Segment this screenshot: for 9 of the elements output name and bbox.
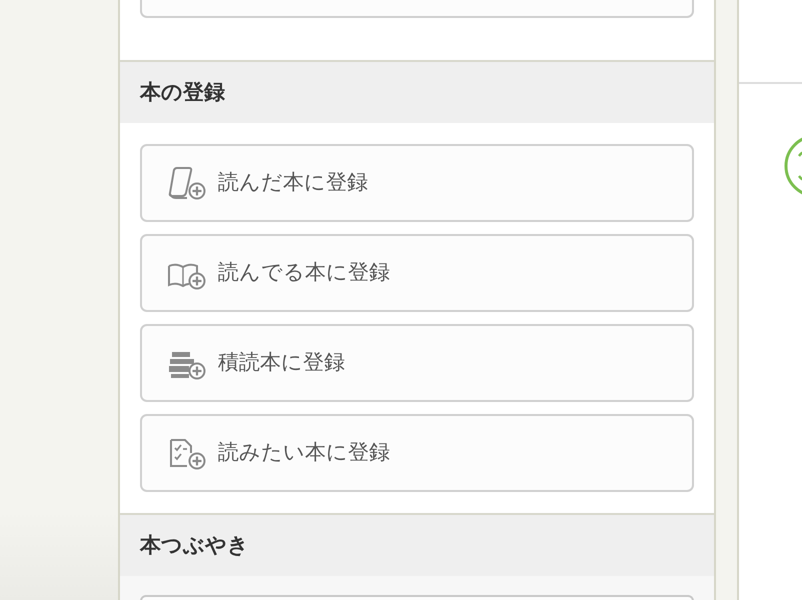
book-add-icon [167,166,207,200]
section-heading: 本の登録 [140,80,225,106]
register-button[interactable]: 積読本に登録 [140,324,694,402]
section-heading: 本つぶやき [140,532,249,559]
register-button[interactable]: 読んでる本に登録 [140,234,694,312]
button[interactable] [140,0,694,18]
register-button[interactable]: 読みたい本に登録 [140,414,694,492]
checklist-add-icon [167,436,207,470]
register-button[interactable]: 読んだ本に登録 [140,144,694,222]
